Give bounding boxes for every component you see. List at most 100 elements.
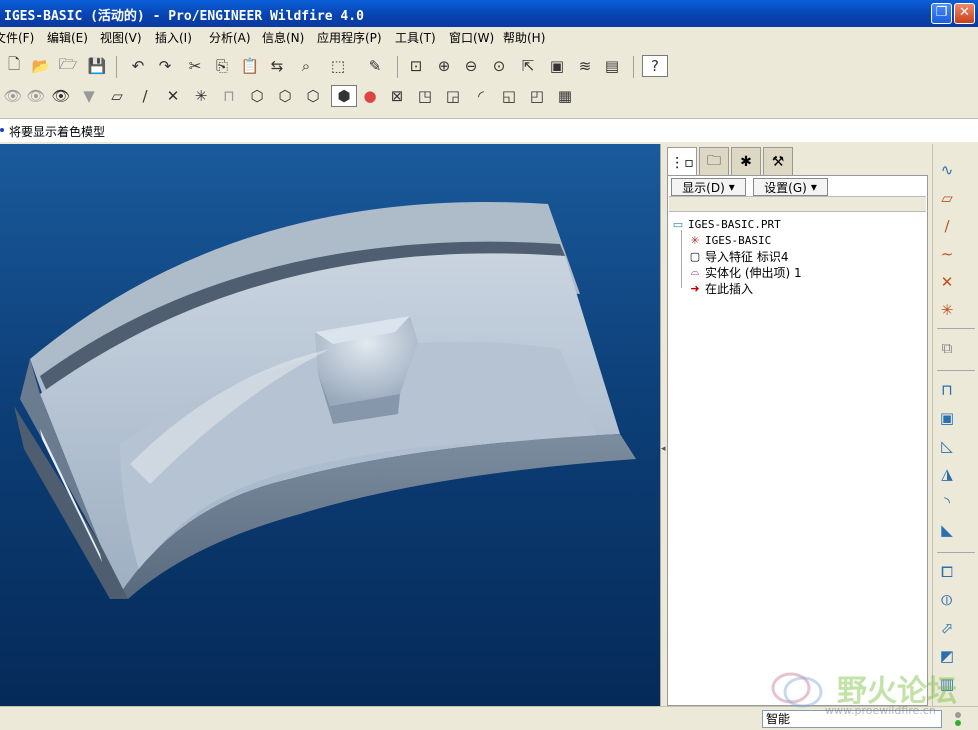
refit-view-icon[interactable]: ⊡	[405, 55, 427, 77]
hidden-icon[interactable]: 👁	[2, 85, 24, 107]
regenerate-icon[interactable]: ⇆	[266, 55, 288, 77]
grid-tool-icon[interactable]: ▦	[554, 85, 576, 107]
menu-analysis[interactable]: 分析(A)	[209, 29, 251, 46]
hole-tool-icon[interactable]: ⊓	[935, 378, 959, 402]
copy-icon[interactable]: ⎘	[211, 55, 233, 77]
new-file-icon[interactable]: 🗋	[3, 55, 25, 77]
datum-points-icon[interactable]: ✕	[162, 85, 184, 107]
coord-systems-icon[interactable]: ✳	[190, 85, 212, 107]
shell-tool-icon[interactable]: ▣	[935, 406, 959, 430]
menu-edit[interactable]: 编辑(E)	[47, 29, 88, 46]
datum-planes-icon[interactable]: ▱	[106, 85, 128, 107]
copy-feature-icon[interactable]: ⧠	[935, 560, 959, 584]
sketch-curve-icon[interactable]: ∿	[935, 158, 959, 182]
tree-item-part[interactable]: ▭ IGES-BASIC.PRT	[671, 216, 781, 232]
tree-item-label: 实体化 (伸出项) 1	[705, 265, 802, 280]
find-binoculars-icon[interactable]: ⌕	[295, 55, 317, 77]
analysis-icon[interactable]: ⧉	[935, 336, 959, 360]
datum-axes-icon[interactable]: /	[134, 85, 156, 107]
datum-plane-icon[interactable]: ▱	[935, 186, 959, 210]
layers-icon[interactable]: ≋	[574, 55, 596, 77]
tree-item-label: 导入特征 标识4	[705, 249, 789, 264]
rib-tool-icon[interactable]: ◺	[935, 434, 959, 458]
menu-applications[interactable]: 应用程序(P)	[317, 29, 382, 46]
insert-here-arrow-icon: ➜	[690, 281, 700, 295]
appearance-icon[interactable]: ●	[359, 85, 381, 107]
close-icon: ✕	[959, 5, 970, 20]
sketch-tool-icon[interactable]: ◲	[442, 85, 464, 107]
wireframe-icon[interactable]: ⬡	[246, 85, 268, 107]
tree-item-insert-here[interactable]: ➜ 在此插入	[688, 280, 753, 296]
funnel-icon[interactable]: ▼	[78, 85, 100, 107]
tab-favorites[interactable]: ✱	[731, 147, 761, 175]
open-recent-icon[interactable]: 🗁	[57, 55, 79, 77]
settings-dropdown[interactable]: 设置(G) ▾	[753, 178, 828, 196]
undo-icon[interactable]: ↶	[127, 55, 149, 77]
tree-item-csys[interactable]: ✳ IGES-BASIC	[688, 232, 771, 248]
revolve-tool-icon[interactable]: ◰	[526, 85, 548, 107]
tab-folder-browser[interactable]: 🗀	[699, 147, 729, 175]
repaint-icon[interactable]: ✎	[364, 55, 386, 77]
graphics-viewport[interactable]	[0, 144, 660, 706]
open-folder-icon[interactable]: 📂	[30, 55, 52, 77]
toolbar-separator	[937, 370, 975, 371]
eye-icon[interactable]: 👁	[50, 85, 72, 107]
menu-help[interactable]: 帮助(H)	[503, 29, 545, 46]
spin-center-icon[interactable]: ⊓	[218, 85, 240, 107]
shading-icon[interactable]: ⬢	[331, 85, 357, 107]
cut-icon[interactable]: ✂	[184, 55, 206, 77]
menu-file[interactable]: 文件(F)	[0, 29, 34, 46]
zoom-out-icon[interactable]: ⊖	[460, 55, 482, 77]
shaded-model[interactable]	[0, 144, 660, 706]
saved-views-icon[interactable]: ▣	[546, 55, 568, 77]
paste-icon[interactable]: 📋	[239, 55, 261, 77]
menu-tools[interactable]: 工具(T)	[395, 29, 436, 46]
menu-window[interactable]: 窗口(W)	[449, 29, 494, 46]
window-title: IGES-BASIC (活动的) - Pro/ENGINEER Wildfire…	[4, 9, 364, 24]
zoom-in-icon[interactable]: ⊕	[433, 55, 455, 77]
tab-connections[interactable]: ⚒	[763, 147, 793, 175]
menu-info[interactable]: 信息(N)	[262, 29, 304, 46]
menu-insert[interactable]: 插入(I)	[155, 29, 192, 46]
tree-connector-line	[681, 230, 682, 288]
zoom-fit-icon[interactable]: ⊙	[488, 55, 510, 77]
tree-item-solidify[interactable]: ⌓ 实体化 (伸出项) 1	[688, 264, 802, 280]
round-tool-icon[interactable]: ◝	[935, 490, 959, 514]
pattern-tool-icon[interactable]: ▥	[935, 672, 959, 696]
settings-label: 设置(G)	[764, 180, 807, 195]
menu-view[interactable]: 视图(V)	[100, 29, 142, 46]
chamfer-tool-icon[interactable]: ◣	[935, 518, 959, 542]
no-hidden-icon[interactable]: ⬡	[302, 85, 324, 107]
round-tool-icon[interactable]: ◜	[470, 85, 492, 107]
mirror-tool-icon[interactable]: ⦶	[935, 588, 959, 612]
status-light-icon	[955, 712, 961, 726]
datum-point-icon[interactable]: ✕	[935, 270, 959, 294]
hidden-line-icon[interactable]: ⬡	[274, 85, 296, 107]
datum-axis-icon[interactable]: ∕	[935, 214, 959, 238]
model-tree-pane: 显示(D) ▾ 设置(G) ▾ ▭ IGES-BASIC.PRT ✳ IGES-…	[667, 175, 928, 706]
navigator-panel: ⋮▫ 🗀 ✱ ⚒ 显示(D) ▾ 设置(G) ▾ ▭ IGES-BASIC.PR…	[666, 144, 930, 706]
save-icon[interactable]: 💾	[86, 55, 108, 77]
extrude-tool-icon[interactable]: ◱	[498, 85, 520, 107]
selection-filter-select[interactable]: 智能	[762, 710, 942, 728]
close-button[interactable]: ✕	[954, 3, 975, 24]
tab-model-tree[interactable]: ⋮▫	[667, 147, 697, 177]
datum-csys-icon[interactable]: ✳	[935, 298, 959, 322]
show-icon[interactable]: 👁	[25, 85, 47, 107]
trim-tool-icon[interactable]: ◩	[935, 644, 959, 668]
selection-box-icon[interactable]: ⬚	[323, 55, 353, 77]
restore-button[interactable]: ❐	[931, 3, 952, 24]
close-window-icon[interactable]: ⊠	[386, 85, 408, 107]
view-manager-icon[interactable]: ▤	[601, 55, 623, 77]
reorient-icon[interactable]: ⇱	[517, 55, 539, 77]
draft-tool-icon[interactable]: ◮	[935, 462, 959, 486]
datum-curve-icon[interactable]: ∼	[935, 242, 959, 266]
redo-icon[interactable]: ↷	[154, 55, 176, 77]
tree-item-import-feature[interactable]: ▢ 导入特征 标识4	[688, 248, 789, 264]
folder-icon: 🗀	[707, 152, 721, 169]
proe-window: IGES-BASIC (活动的) - Pro/ENGINEER Wildfire…	[0, 0, 978, 730]
context-help-icon[interactable]: ?	[642, 55, 668, 77]
mesh-tool-icon[interactable]: ◳	[414, 85, 436, 107]
show-dropdown[interactable]: 显示(D) ▾	[671, 178, 746, 196]
merge-tool-icon[interactable]: ⬀	[935, 616, 959, 640]
